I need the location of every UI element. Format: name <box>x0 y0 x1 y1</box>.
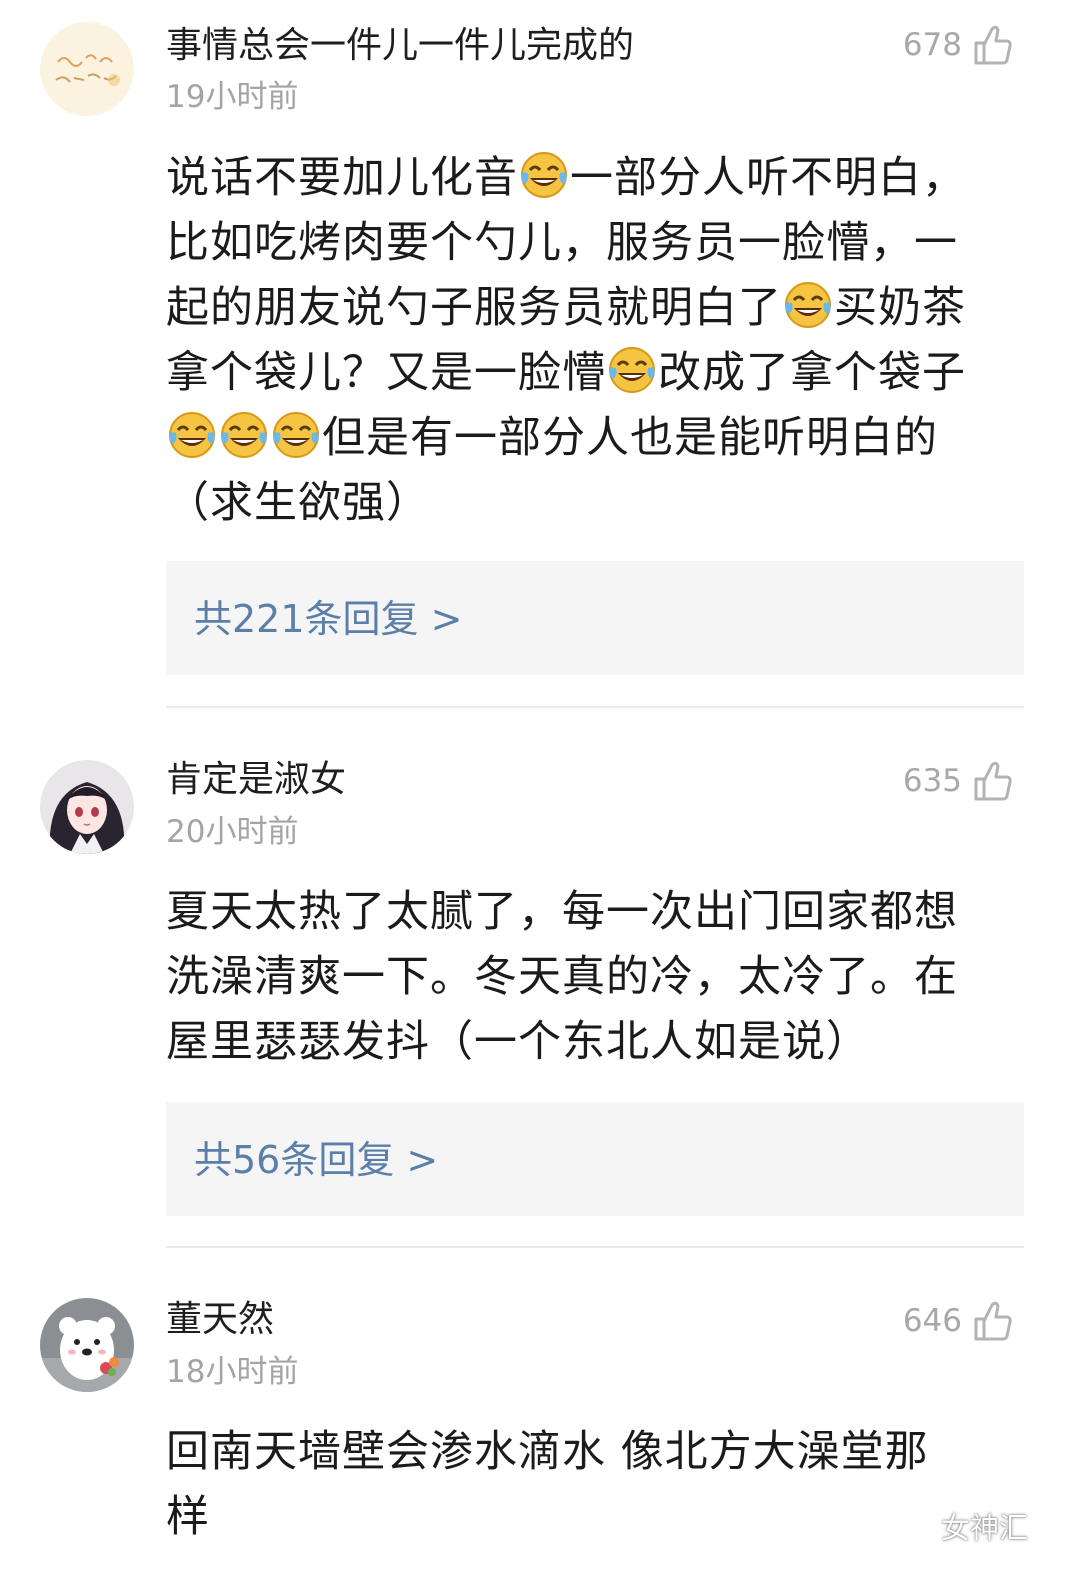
tears-of-joy-emoji <box>271 410 321 460</box>
like-count: 635 <box>902 763 962 799</box>
wechat-icon <box>889 1509 932 1542</box>
comment-line: 说话不要加儿化音 一部分人听不明白， <box>166 146 1026 211</box>
divider <box>166 706 1024 708</box>
tears-of-joy-emoji <box>219 410 269 460</box>
avatar[interactable] <box>40 1298 134 1392</box>
comment-line: 屋里瑟瑟发抖（一个东北人如是说） <box>166 1017 870 1067</box>
thumbs-up-icon[interactable] <box>972 1299 1012 1343</box>
like-button[interactable]: 635 <box>903 756 1012 806</box>
comment-text: 说话不要加儿化音 一部分人听不明白， 比如吃烤肉要个勺儿，服务员一脸懵，一 起的朋… <box>166 146 1026 536</box>
comment-line: 拿个袋儿？又是一脸懵 改成了拿个袋子 <box>166 341 1026 406</box>
comment-line: 洗澡清爽一下。冬天真的冷，太冷了。在 <box>166 952 958 1002</box>
comment-line: 比如吃烤肉要个勺儿，服务员一脸懵，一 <box>166 218 958 268</box>
view-replies-link[interactable]: 共56条回复 > <box>194 1138 438 1182</box>
watermark-text: 女神汇 <box>940 1511 1028 1545</box>
tears-of-joy-emoji <box>607 345 657 395</box>
tears-of-joy-emoji <box>519 150 569 200</box>
tears-of-joy-emoji <box>783 280 833 330</box>
tears-of-joy-emoji <box>167 410 217 460</box>
like-count: 646 <box>902 1303 962 1339</box>
like-button[interactable]: 646 <box>903 1296 1012 1346</box>
username[interactable]: 董天然 <box>166 1298 274 1342</box>
divider <box>166 1246 1024 1248</box>
anime-girl-avatar-icon <box>40 760 134 854</box>
comment-line: 但是有一部分人也是能听明白的 <box>166 406 1026 471</box>
comment-line: 起的朋友说勺子服务员就明白了 买奶茶 <box>166 276 1026 341</box>
thumbs-up-icon[interactable] <box>972 759 1012 803</box>
username[interactable]: 事情总会一件儿一件儿完成的 <box>166 24 634 68</box>
replies-panel[interactable]: 共56条回复 > <box>166 1102 1024 1216</box>
username[interactable]: 肯定是淑女 <box>166 758 346 802</box>
watermark: 女神汇 <box>889 1505 1028 1547</box>
comment-line: （求生欲强） <box>166 478 430 528</box>
comment-line: 回南天墙壁会渗水滴水 像北方大澡堂那 <box>166 1427 929 1477</box>
thumbs-up-icon[interactable] <box>972 23 1012 67</box>
calligraphy-avatar-icon <box>40 22 134 116</box>
comment-line: 夏天太热了太腻了，每一次出门回家都想 <box>166 887 958 937</box>
like-count: 678 <box>902 27 962 63</box>
polar-bear-avatar-icon <box>40 1298 134 1392</box>
like-button[interactable]: 678 <box>903 20 1012 70</box>
timestamp: 18小时前 <box>166 1354 299 1390</box>
timestamp: 19小时前 <box>166 79 299 115</box>
avatar[interactable] <box>40 760 134 854</box>
comment-text: 夏天太热了太腻了，每一次出门回家都想 洗澡清爽一下。冬天真的冷，太冷了。在 屋里… <box>166 880 1026 1075</box>
replies-panel[interactable]: 共221条回复 > <box>166 561 1024 675</box>
avatar[interactable] <box>40 22 134 116</box>
timestamp: 20小时前 <box>166 814 299 850</box>
view-replies-link[interactable]: 共221条回复 > <box>194 597 462 641</box>
